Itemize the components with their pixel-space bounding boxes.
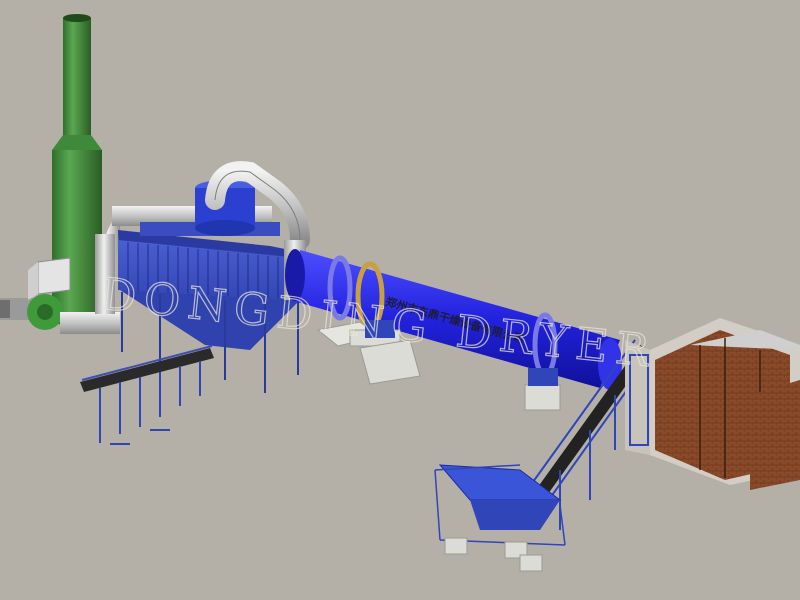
plant-illustration: 郑州市东鼎干燥设备有限公司 DONGDING DRYER: [0, 14, 800, 572]
discharge-conveyor: [80, 345, 214, 445]
rotary-dryer-plant-render: 郑州市东鼎干燥设备有限公司 DONGDING DRYER: [0, 0, 800, 600]
